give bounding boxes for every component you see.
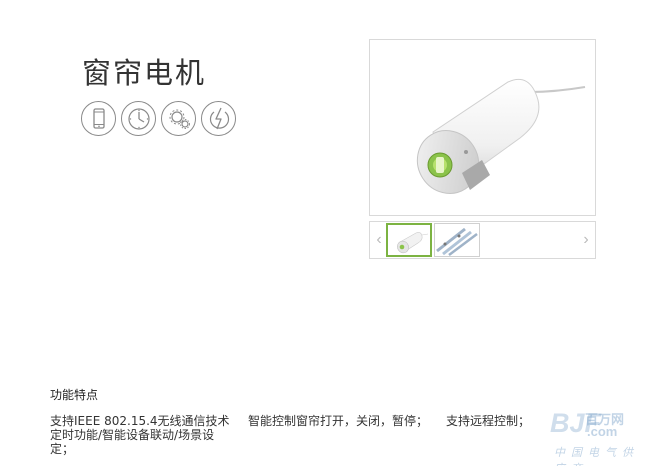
feature-item-wireless: 支持IEEE 802.15.4无线通信技术定时功能/智能设备联动/场景设定； — [50, 414, 230, 456]
curtain-rail-thumbnail[interactable] — [434, 223, 480, 257]
product-title: 窗帘电机 — [82, 56, 207, 90]
prev-thumbnail-arrow[interactable]: ‹ — [373, 231, 385, 249]
scene-gears-icon — [161, 101, 196, 136]
next-thumbnail-arrow[interactable]: › — [580, 231, 592, 249]
clock-icon — [121, 101, 156, 136]
feature-item-control: 智能控制窗帘打开，关闭，暂停； — [248, 414, 429, 428]
site-watermark-logo: BJF 百万网 .com 中国电气供应商 — [530, 408, 650, 466]
feature-item-remote: 支持远程控制； — [446, 414, 531, 428]
product-main-image[interactable] — [369, 39, 596, 216]
watermark-domain: .com — [587, 424, 618, 439]
watermark-subtitle: 中国电气供应商 — [554, 446, 639, 466]
feature-icons — [81, 101, 236, 136]
power-bolt-icon — [201, 101, 236, 136]
smartphone-icon — [81, 101, 116, 136]
features-section-title: 功能特点 — [50, 388, 99, 402]
curtain-motor-thumbnail[interactable] — [386, 223, 432, 257]
thumbnail-strip: ‹ › — [369, 221, 596, 259]
curtain-motor-image — [416, 78, 586, 194]
